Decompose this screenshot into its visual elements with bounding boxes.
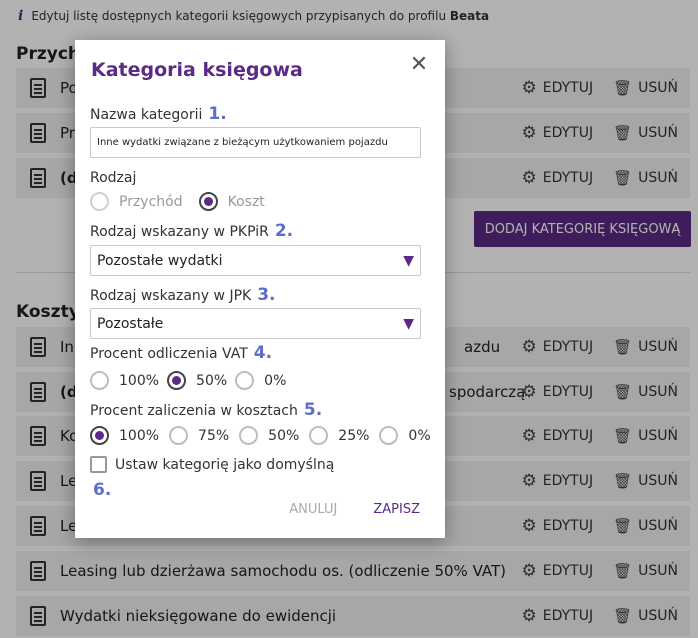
cost-option-label: 0% [408, 427, 431, 444]
radio-cost-0[interactable] [379, 426, 399, 445]
dropdown-arrow-icon: ▼ [403, 253, 414, 269]
name-field-label-row: Nazwa kategorii 1. [90, 104, 227, 124]
cancel-button[interactable]: ANULUJ [289, 502, 337, 517]
vat-option-100[interactable]: 100% [90, 371, 159, 390]
cost-percent-radio-group: 100% 75% 50% 25% 0% [90, 426, 431, 445]
jpk-label-row: Rodzaj wskazany w JPK 3. [90, 285, 276, 305]
radio-income[interactable] [90, 192, 109, 211]
radio-cost-25[interactable] [309, 426, 329, 445]
step-marker: 1. [208, 104, 227, 124]
type-option-income[interactable]: Przychód [90, 192, 183, 211]
radio-vat-50[interactable] [167, 371, 187, 390]
vat-option-50[interactable]: 50% [167, 371, 227, 390]
dropdown-arrow-icon: ▼ [403, 316, 414, 332]
close-icon[interactable]: ✕ [407, 53, 431, 77]
jpk-label: Rodzaj wskazany w JPK [90, 288, 252, 304]
jpk-selected-value: Pozostałe [97, 315, 164, 332]
jpk-select[interactable]: Pozostałe ▼ [90, 308, 421, 339]
dialog-title: Kategoria księgowa [91, 59, 303, 81]
vat-option-label: 100% [119, 372, 160, 389]
vat-label: Procent odliczenia VAT [90, 346, 248, 362]
cost-option-label: 50% [268, 427, 300, 444]
cost-percent-label-row: Procent zaliczenia w kosztach 5. [90, 400, 322, 420]
radio-cost-75[interactable] [169, 426, 189, 445]
radio-cost-50[interactable] [239, 426, 259, 445]
dialog-actions: ANULUJ ZAPISZ [289, 502, 420, 517]
radio-cost[interactable] [198, 192, 218, 211]
step-marker: 4. [253, 343, 273, 363]
category-name-input[interactable] [90, 127, 421, 158]
vat-radio-group: 100% 50% 0% [90, 371, 286, 390]
radio-vat-100[interactable] [90, 371, 109, 390]
step-marker: 6. [93, 480, 112, 500]
cost-option-100[interactable]: 100% [90, 426, 159, 445]
default-checkbox-row[interactable]: Ustaw kategorię jako domyślną [90, 456, 334, 473]
vat-option-0[interactable]: 0% [235, 371, 286, 390]
default-checkbox[interactable] [90, 456, 107, 473]
pkpir-select[interactable]: Pozostałe wydatki ▼ [90, 245, 421, 276]
vat-option-label: 0% [264, 372, 287, 389]
radio-cost-100[interactable] [90, 426, 109, 445]
pkpir-selected-value: Pozostałe wydatki [97, 252, 223, 269]
cost-option-0[interactable]: 0% [379, 426, 431, 445]
step-marker: 2. [274, 221, 294, 241]
cost-option-25[interactable]: 25% [309, 426, 369, 445]
category-dialog: Kategoria księgowa ✕ Nazwa kategorii 1. R… [75, 40, 445, 538]
cost-option-label: 25% [338, 427, 370, 444]
type-radio-group: Przychód Koszt [90, 192, 265, 211]
type-option-label: Przychód [119, 193, 183, 210]
save-button[interactable]: ZAPISZ [373, 502, 420, 517]
step-marker: 5. [303, 400, 323, 420]
pkpir-label-row: Rodzaj wskazany w PKPiR 2. [90, 221, 293, 241]
type-option-label: Koszt [227, 193, 265, 210]
step-marker: 3. [257, 285, 276, 305]
type-label: Rodzaj [90, 170, 137, 186]
cost-option-label: 75% [198, 427, 230, 444]
vat-label-row: Procent odliczenia VAT 4. [90, 343, 272, 363]
name-field-label: Nazwa kategorii [90, 107, 203, 123]
vat-option-label: 50% [196, 372, 228, 389]
type-option-cost[interactable]: Koszt [198, 192, 265, 211]
cost-option-label: 100% [119, 427, 160, 444]
radio-vat-0[interactable] [235, 371, 255, 390]
cost-percent-label: Procent zaliczenia w kosztach [90, 403, 298, 419]
default-checkbox-label: Ustaw kategorię jako domyślną [115, 456, 335, 473]
pkpir-label: Rodzaj wskazany w PKPiR [90, 224, 269, 240]
cost-option-50[interactable]: 50% [239, 426, 299, 445]
cost-option-75[interactable]: 75% [169, 426, 229, 445]
